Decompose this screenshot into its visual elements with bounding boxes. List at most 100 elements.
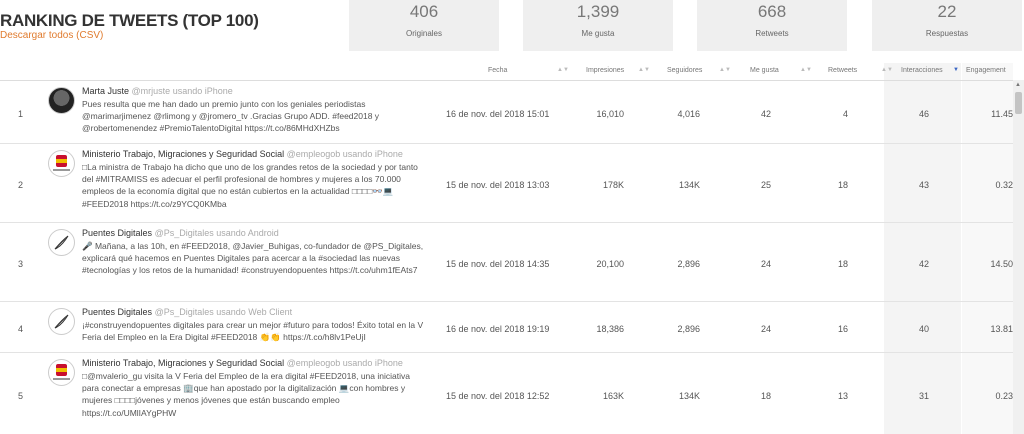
- cell-impresiones: 178K: [602, 180, 624, 190]
- stat-retweets: 668 Retweets: [697, 0, 847, 51]
- cell-retweets: 16: [837, 324, 848, 334]
- tweet-text: ¡#construyendopuentes digitales para cre…: [82, 320, 424, 343]
- author-name[interactable]: Ministerio Trabajo, Migraciones y Seguri…: [82, 358, 284, 368]
- table-header: Fecha ▲▼ Impresiones ▲▼ Seguidores ▲▼ Me…: [0, 63, 1013, 81]
- author-meta: @mrjuste usando iPhone: [131, 86, 233, 96]
- stat-value: 668: [757, 2, 787, 21]
- row-number: 1: [18, 109, 24, 119]
- cell-seguidores: 134K: [678, 391, 700, 401]
- col-header-fecha[interactable]: Fecha: [488, 67, 507, 74]
- stat-value: 22: [937, 2, 957, 21]
- tweet-text: 🎤 Mañana, a las 10h, en #FEED2018, @Javi…: [82, 241, 424, 276]
- cell-impresiones: 16,010: [596, 109, 624, 119]
- sort-icon[interactable]: ▲▼: [557, 67, 569, 73]
- tweet-author: Ministerio Trabajo, Migraciones y Seguri…: [82, 149, 427, 159]
- download-csv-link[interactable]: Descargar todos (CSV): [0, 30, 103, 41]
- row-number: 4: [18, 324, 24, 334]
- tweet-author: Marta Juste @mrjuste usando iPhone: [82, 86, 427, 96]
- row-number: 5: [18, 391, 24, 401]
- table-row[interactable]: 2 Ministerio Trabajo, Migraciones y Segu…: [0, 144, 1013, 223]
- tweet-author: Ministerio Trabajo, Migraciones y Seguri…: [82, 358, 427, 368]
- col-header-me-gusta[interactable]: Me gusta: [750, 67, 779, 74]
- stat-value: 1,399: [576, 2, 620, 21]
- stat-label: Me gusta: [581, 29, 615, 38]
- stat-respuestas: 22 Respuestas: [872, 0, 1022, 51]
- page-title: RANKING DE TWEETS (TOP 100): [0, 11, 259, 30]
- sort-icon[interactable]: ▲▼: [881, 67, 893, 73]
- cell-me-gusta: 42: [760, 109, 771, 119]
- tweet-content: Puentes Digitales @Ps_Digitales usando A…: [82, 228, 427, 277]
- feather-avatar-icon[interactable]: [48, 229, 75, 256]
- cell-fecha: 16 de nov. del 2018 19:19: [446, 324, 550, 334]
- cell-engagement: 0.23: [995, 391, 1013, 401]
- feather-avatar-icon[interactable]: [48, 308, 75, 335]
- cell-impresiones: 163K: [602, 391, 624, 401]
- tweet-author: Puentes Digitales @Ps_Digitales usando A…: [82, 228, 427, 238]
- col-header-impresiones[interactable]: Impresiones: [586, 67, 624, 74]
- cell-interacciones: 40: [918, 324, 929, 334]
- tweet-content: Marta Juste @mrjuste usando iPhone Pues …: [82, 86, 427, 135]
- col-header-retweets[interactable]: Retweets: [828, 67, 857, 74]
- cell-me-gusta: 24: [760, 259, 771, 269]
- cell-impresiones: 18,386: [596, 324, 624, 334]
- cell-seguidores: 134K: [678, 180, 700, 190]
- cell-engagement: 14.50: [990, 259, 1013, 269]
- cell-seguidores: 4,016: [677, 109, 700, 119]
- author-meta: @Ps_Digitales usando Web Client: [154, 307, 293, 317]
- cell-retweets: 18: [837, 180, 848, 190]
- cell-engagement: 0.32: [995, 180, 1013, 190]
- cell-engagement: 11.45: [991, 109, 1013, 119]
- stat-me-gusta: 1,399 Me gusta: [523, 0, 673, 51]
- author-name[interactable]: Puentes Digitales: [82, 307, 152, 317]
- author-name[interactable]: Puentes Digitales: [82, 228, 152, 238]
- col-header-seguidores[interactable]: Seguidores: [667, 67, 702, 74]
- sort-desc-icon[interactable]: ▼: [953, 67, 959, 73]
- vertical-scrollbar[interactable]: ▲: [1013, 80, 1024, 434]
- stat-label: Originales: [405, 29, 442, 38]
- cell-impresiones: 20,100: [596, 259, 624, 269]
- scroll-up-icon[interactable]: ▲: [1015, 82, 1021, 88]
- author-name[interactable]: Marta Juste: [82, 86, 129, 96]
- cell-fecha: 15 de nov. del 2018 14:35: [446, 259, 550, 269]
- row-number: 3: [18, 259, 24, 269]
- tweet-text: □La ministra de Trabajo ha dicho que uno…: [82, 162, 418, 209]
- table-row[interactable]: 5 Ministerio Trabajo, Migraciones y Segu…: [0, 353, 1013, 434]
- cell-interacciones: 43: [918, 180, 929, 190]
- table-row[interactable]: 4 Puentes Digitales @Ps_Digitales usando…: [0, 302, 1013, 353]
- table-row[interactable]: 3 Puentes Digitales @Ps_Digitales usando…: [0, 223, 1013, 302]
- author-name[interactable]: Ministerio Trabajo, Migraciones y Seguri…: [82, 149, 284, 159]
- tweet-content: Ministerio Trabajo, Migraciones y Seguri…: [82, 358, 427, 419]
- cell-retweets: 13: [837, 391, 848, 401]
- author-meta: @empleogob usando iPhone: [286, 149, 403, 159]
- cell-interacciones: 46: [918, 109, 929, 119]
- ministry-shield-avatar-icon[interactable]: [48, 150, 75, 177]
- tweet-content: Puentes Digitales @Ps_Digitales usando W…: [82, 307, 427, 343]
- cell-me-gusta: 24: [760, 324, 771, 334]
- tweet-text: □@mvalerio_gu visita la V Feria del Empl…: [82, 371, 410, 418]
- tweet-text: Pues resulta que me han dado un premio j…: [82, 99, 380, 134]
- scrollbar-thumb[interactable]: [1015, 92, 1022, 114]
- col-header-interacciones[interactable]: Interacciones: [901, 67, 943, 74]
- row-number: 2: [18, 180, 24, 190]
- table-row[interactable]: 1 Marta Juste @mrjuste usando iPhone Pue…: [0, 81, 1013, 144]
- stat-label: Respuestas: [925, 29, 969, 38]
- tweet-author: Puentes Digitales @Ps_Digitales usando W…: [82, 307, 427, 317]
- stat-originales: 406 Originales: [349, 0, 499, 51]
- cell-fecha: 16 de nov. del 2018 15:01: [446, 109, 550, 119]
- author-meta: @Ps_Digitales usando Android: [154, 228, 279, 238]
- photo-avatar-icon[interactable]: [48, 87, 75, 114]
- cell-retweets: 18: [837, 259, 848, 269]
- tweets-table: Fecha ▲▼ Impresiones ▲▼ Seguidores ▲▼ Me…: [0, 63, 1013, 434]
- ministry-shield-avatar-icon[interactable]: [48, 359, 75, 386]
- cell-me-gusta: 18: [760, 391, 771, 401]
- cell-engagement: 13.81: [990, 324, 1013, 334]
- cell-fecha: 15 de nov. del 2018 12:52: [446, 391, 550, 401]
- sort-icon[interactable]: ▲▼: [638, 67, 650, 73]
- col-header-engagement[interactable]: Engagement: [966, 67, 1006, 74]
- stat-value: 406: [409, 2, 439, 21]
- author-meta: @empleogob usando iPhone: [286, 358, 403, 368]
- cell-interacciones: 42: [918, 259, 929, 269]
- sort-icon[interactable]: ▲▼: [800, 67, 812, 73]
- cell-retweets: 4: [842, 109, 848, 119]
- sort-icon[interactable]: ▲▼: [719, 67, 731, 73]
